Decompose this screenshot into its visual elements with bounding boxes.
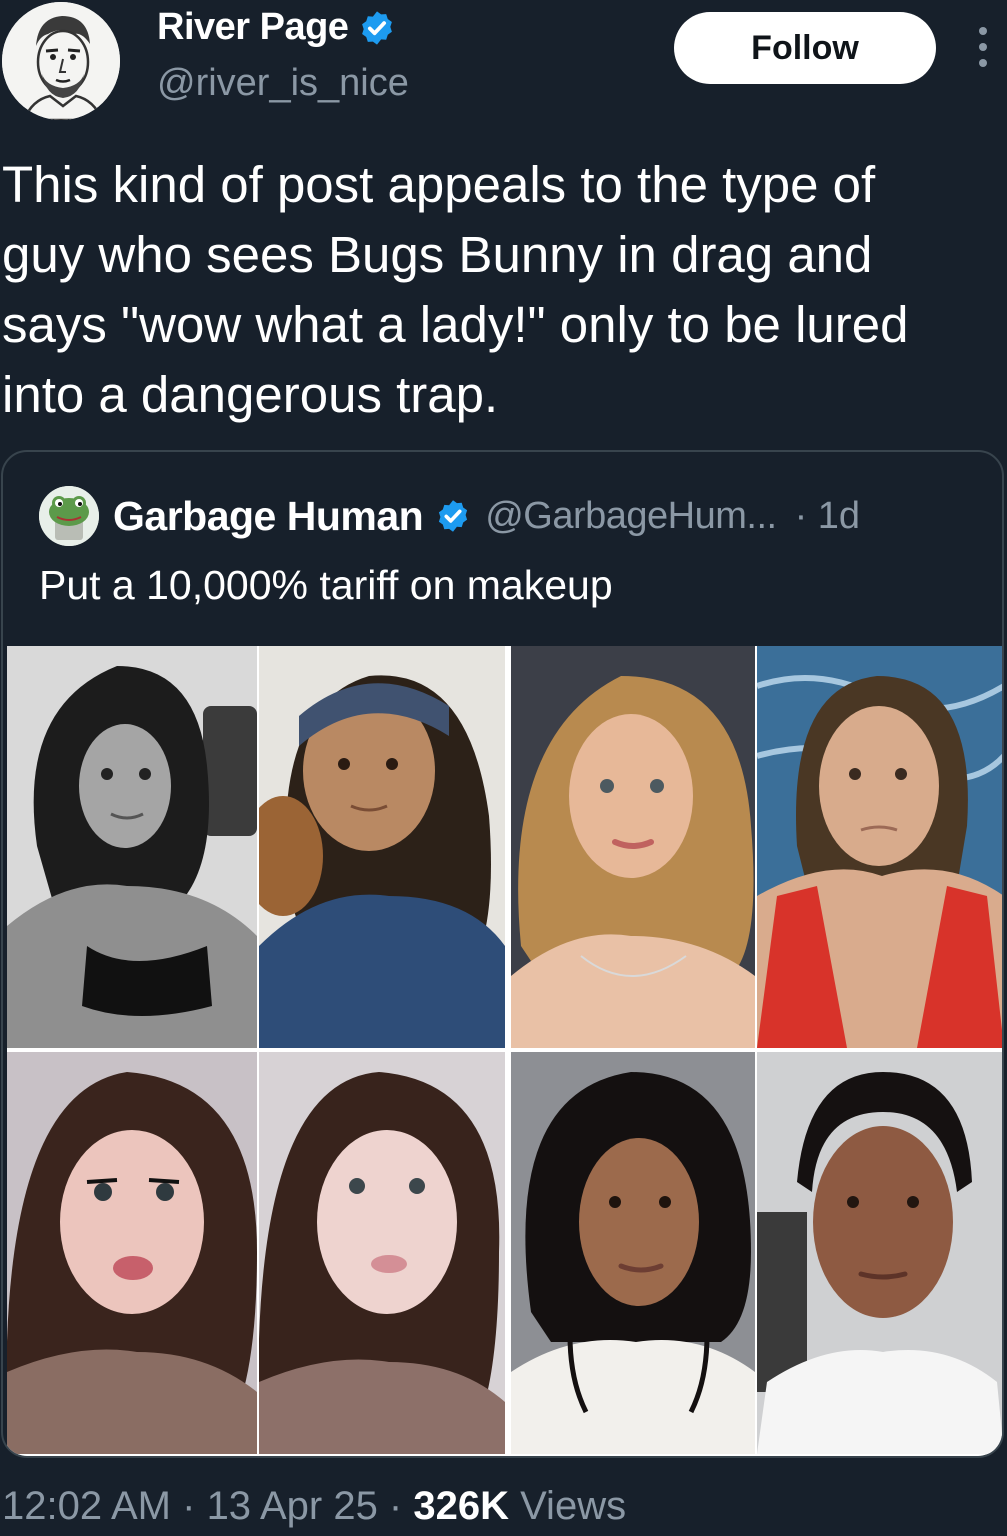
photo-3-blonde-glam-makeup[interactable] <box>511 646 755 1048</box>
photo-grid <box>7 646 1002 1456</box>
quoted-author-handle[interactable]: @GarbageHum... <box>485 495 777 538</box>
photo-7-curly-updo-glam[interactable] <box>511 1052 755 1454</box>
tweet-header: River Page @river_is_nice Follow <box>0 0 1007 130</box>
author-handle[interactable]: @river_is_nice <box>157 62 409 105</box>
photo-1-grayscale-mirror-selfie[interactable] <box>7 646 257 1048</box>
author-display-name[interactable]: River Page <box>157 6 349 49</box>
author-name-row: River Page <box>157 6 396 49</box>
tweet-date[interactable]: 13 Apr 25 <box>207 1484 378 1528</box>
meta-separator: · <box>377 1484 414 1528</box>
verified-badge-icon <box>362 10 393 45</box>
photo-2-image <box>259 646 505 1048</box>
photo-3-image <box>511 646 755 1048</box>
photo-6-image <box>259 1052 505 1454</box>
tweet-time[interactable]: 12:02 AM <box>2 1484 171 1528</box>
quoted-author-name[interactable]: Garbage Human <box>113 493 424 540</box>
photo-4-red-swimsuit-no-makeup[interactable] <box>757 646 1002 1048</box>
quoted-tweet[interactable]: Garbage Human @GarbageHum... · 1d Put a … <box>1 450 1004 1458</box>
photo-2-headband-no-makeup[interactable] <box>259 646 505 1048</box>
follow-button[interactable]: Follow <box>674 12 936 84</box>
photo-7-image <box>511 1052 755 1454</box>
meta-separator: · <box>171 1484 207 1528</box>
photo-4-image <box>757 646 1002 1048</box>
quoted-timestamp[interactable]: · 1d <box>795 495 860 538</box>
photo-8-no-makeup-white-shirt[interactable] <box>757 1052 1002 1454</box>
views-label: Views <box>508 1484 627 1528</box>
frog-avatar-icon <box>39 486 99 546</box>
quoted-tweet-text: Put a 10,000% tariff on makeup <box>39 562 613 608</box>
views-count: 326K <box>413 1484 509 1528</box>
sketch-portrait-icon <box>2 2 120 120</box>
photo-1-image <box>7 646 257 1048</box>
more-options-icon[interactable] <box>968 22 998 74</box>
tweet-meta: 12:02 AM · 13 Apr 25 · 326K Views <box>2 1484 626 1529</box>
photo-5-glam-makeup-selfie[interactable] <box>7 1052 257 1454</box>
quoted-tweet-header: Garbage Human @GarbageHum... · 1d <box>39 486 860 546</box>
photo-8-image <box>757 1052 1002 1454</box>
photo-6-no-makeup-selfie[interactable] <box>259 1052 505 1454</box>
quoted-verified-badge-icon <box>439 500 468 532</box>
photo-5-image <box>7 1052 257 1454</box>
tweet-text: This kind of post appeals to the type of… <box>2 156 909 423</box>
quoted-author-avatar[interactable] <box>39 486 99 546</box>
author-avatar[interactable] <box>2 2 120 120</box>
